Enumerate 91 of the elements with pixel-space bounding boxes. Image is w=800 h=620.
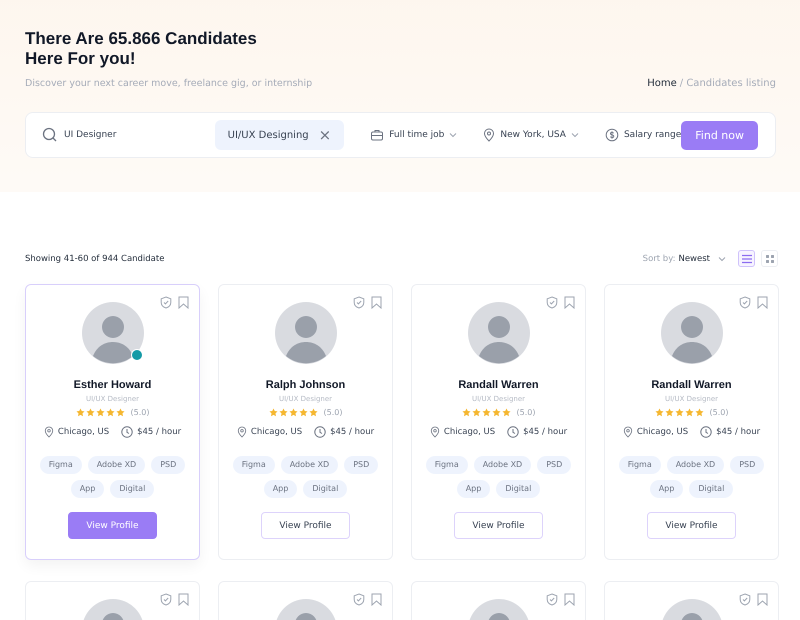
bookmark-icon[interactable] [178, 593, 189, 606]
skill-tag: App [70, 480, 104, 498]
shield-check-icon[interactable] [546, 296, 558, 309]
shield-check-icon[interactable] [739, 296, 751, 309]
avatar-silhouette [468, 302, 530, 364]
skill-tag: Figma [232, 456, 275, 474]
candidate-name: Randall Warren [458, 379, 539, 391]
bookmark-icon[interactable] [371, 593, 382, 606]
rating-value: (5.0) [710, 408, 728, 417]
search-icon [42, 127, 58, 143]
list-view-button[interactable] [738, 250, 755, 267]
page-title: Here For you! [25, 49, 136, 69]
filter-dropdown[interactable]: Salary range [604, 128, 682, 142]
hourly-rate: $45 / hour [523, 427, 568, 437]
skill-tag: App [264, 480, 298, 498]
clock-icon [121, 426, 134, 438]
skill-tag: Adobe XD [280, 456, 338, 474]
sort-dropdown[interactable]: Sort by: Newest [642, 254, 726, 264]
skill-tag: PSD [537, 456, 572, 474]
candidate-name: Randall Warren [651, 379, 732, 391]
breadcrumb-link[interactable]: Home [647, 78, 677, 89]
skill-tag: Digital [689, 480, 734, 498]
grid-icon [764, 254, 774, 264]
candidate-location: Chicago, US [444, 427, 496, 437]
location-pin-icon [44, 426, 54, 438]
skill-tag: Figma [618, 456, 661, 474]
avatar-silhouette [660, 302, 722, 364]
skill-tag: App [650, 480, 684, 498]
clock-icon [507, 426, 520, 438]
chevron-down-icon [449, 132, 458, 138]
rating-value: (5.0) [130, 408, 150, 417]
breadcrumb-current: / Candidates listing [680, 78, 776, 89]
chevron-down-icon [570, 132, 579, 138]
view-profile-button[interactable]: View Profile [647, 512, 736, 539]
chevron-down-icon [718, 256, 726, 262]
bookmark-icon[interactable] [757, 593, 768, 606]
rating-value: (5.0) [324, 408, 342, 417]
skill-tag: Adobe XD [666, 456, 724, 474]
results-count: Showing 41-60 of 944 Candidate [25, 254, 164, 264]
bookmark-icon[interactable] [371, 296, 382, 309]
clock-icon [314, 426, 326, 438]
candidate-location: Chicago, US [250, 427, 302, 437]
close-icon[interactable]: × [318, 128, 332, 142]
bookmark-icon[interactable] [178, 296, 189, 309]
bookmark-icon[interactable] [564, 593, 575, 606]
shield-check-icon[interactable] [546, 593, 558, 606]
location-pin-icon [483, 128, 496, 142]
skill-tag: PSD [151, 456, 186, 474]
skill-tag: PSD [344, 456, 378, 474]
location-pin-icon [430, 426, 440, 438]
avatar-silhouette [274, 302, 336, 364]
location-pin-icon [622, 426, 633, 438]
skill-tag: Digital [496, 480, 540, 498]
hourly-rate: $45 / hour [716, 427, 760, 437]
bookmark-icon[interactable] [757, 296, 768, 309]
candidate-location: Chicago, US [636, 427, 688, 437]
bookmark-icon[interactable] [564, 296, 575, 309]
shield-check-icon[interactable] [160, 296, 172, 309]
location-pin-icon [236, 426, 247, 438]
shield-check-icon[interactable] [739, 593, 751, 606]
avatar-silhouette [82, 302, 144, 364]
filter-dropdown[interactable]: New York, USA [483, 128, 579, 142]
filter-dropdown[interactable]: Full time job [370, 128, 458, 142]
hourly-rate: $45 / hour [330, 427, 374, 437]
skill-tag: Adobe XD [88, 456, 146, 474]
skill-tag: App [456, 480, 490, 498]
clock-icon [700, 426, 712, 438]
grid-view-button[interactable] [761, 250, 778, 267]
skill-tag: PSD [730, 456, 764, 474]
hourly-rate: $45 / hour [137, 427, 182, 437]
skill-tag: Digital [303, 480, 348, 498]
shield-check-icon[interactable] [160, 593, 172, 606]
shield-check-icon[interactable] [353, 296, 365, 309]
briefcase-icon [370, 128, 384, 142]
skill-tag: Digital [110, 480, 154, 498]
view-profile-button[interactable]: View Profile [261, 512, 350, 539]
candidate-location: Chicago, US [58, 427, 110, 437]
list-icon [740, 254, 752, 264]
rating-value: (5.0) [516, 408, 536, 417]
shield-check-icon[interactable] [353, 593, 365, 606]
subtitle: Discover your next career move, freelance gig, or internship [25, 78, 312, 89]
skill-tag: Figma [40, 456, 82, 474]
skill-tag: Adobe XD [474, 456, 532, 474]
search-field[interactable]: UI Designer [64, 130, 204, 140]
dollar-icon [604, 128, 619, 142]
view-profile-button[interactable]: View Profile [454, 512, 543, 539]
page-title: There Are 65.866 Candidates [25, 29, 257, 49]
candidate-name: Esther Howard [74, 379, 152, 391]
skill-tag: Figma [426, 456, 468, 474]
filter-chip[interactable]: UI/UX Designing × [214, 120, 344, 150]
candidate-name: Ralph Johnson [266, 379, 346, 391]
